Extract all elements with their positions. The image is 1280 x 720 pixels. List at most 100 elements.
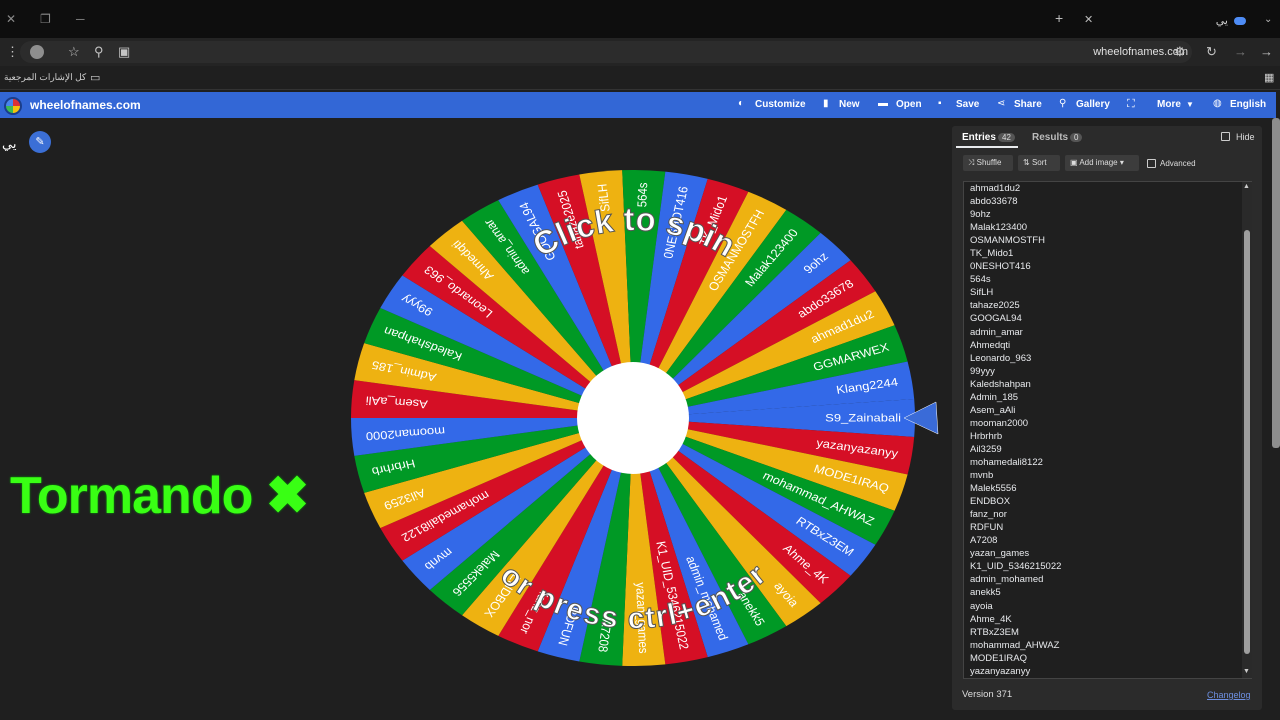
- site-name[interactable]: wheelofnames.com: [30, 98, 141, 112]
- list-item[interactable]: mooman2000: [970, 417, 1061, 430]
- shuffle-label: Shuffle: [976, 158, 1002, 167]
- list-item[interactable]: K1_UID_5346215022: [970, 560, 1061, 573]
- fullscreen-icon[interactable]: ⛶: [1127, 98, 1135, 111]
- nav-share[interactable]: Share: [1014, 99, 1042, 110]
- list-item[interactable]: 99yyy: [970, 365, 1061, 378]
- add-image-button[interactable]: ▣ Add image ▾: [1065, 155, 1139, 171]
- list-item[interactable]: 9ohz: [970, 208, 1061, 221]
- image-icon: ▣: [1070, 158, 1080, 167]
- back-icon[interactable]: →: [1260, 44, 1273, 59]
- entries-list[interactable]: ahmad1du2 abdo33678 9ohz Malak123400 OSMANMO…: [970, 182, 1061, 678]
- advanced-checkbox[interactable]: [1147, 159, 1156, 168]
- tab-results[interactable]: Results: [1032, 132, 1068, 143]
- nav-more[interactable]: More: [1157, 99, 1181, 110]
- list-item[interactable]: MODE1IRAQ: [970, 652, 1061, 665]
- entries-scroll-thumb[interactable]: [1244, 230, 1250, 654]
- nav-gallery[interactable]: Gallery: [1076, 99, 1110, 110]
- list-item[interactable]: SifLH: [970, 286, 1061, 299]
- hide-checkbox[interactable]: [1221, 132, 1230, 141]
- changelog-link[interactable]: Changelog: [1207, 690, 1251, 700]
- scroll-up-icon[interactable]: ▲: [1243, 183, 1250, 190]
- nav-open[interactable]: Open: [896, 99, 922, 110]
- restore-window-icon[interactable]: ❐: [40, 12, 51, 26]
- tab-entries[interactable]: Entries: [962, 132, 996, 143]
- new-file-icon: ▮: [823, 98, 829, 109]
- close-tab-icon[interactable]: ✕: [1084, 13, 1093, 26]
- list-item[interactable]: Admin_185: [970, 391, 1061, 404]
- install-app-icon[interactable]: ▣: [118, 44, 130, 60]
- address-bar[interactable]: [20, 41, 1192, 63]
- list-item[interactable]: GOOGAL94: [970, 312, 1061, 325]
- tab-search-chevron-icon[interactable]: ⌄: [1264, 14, 1272, 25]
- all-bookmarks-label[interactable]: كل الإشارات المرجعية: [4, 72, 86, 83]
- list-item[interactable]: OSMANMOSTFH: [970, 234, 1061, 247]
- list-item[interactable]: tahaze2025: [970, 299, 1061, 312]
- advanced-label[interactable]: Advanced: [1160, 159, 1196, 168]
- browser-menu-icon[interactable]: ⋮: [6, 44, 19, 60]
- list-item[interactable]: Ail3259: [970, 443, 1061, 456]
- nav-customize[interactable]: Customize: [755, 99, 806, 110]
- list-item[interactable]: Ahme_4K: [970, 613, 1061, 626]
- site-logo-icon[interactable]: [4, 97, 22, 115]
- wheel-title: يي: [2, 136, 17, 151]
- edit-title-button[interactable]: ✎: [29, 131, 51, 153]
- list-item[interactable]: Malek5556: [970, 482, 1061, 495]
- nav-new[interactable]: New: [839, 99, 860, 110]
- list-item[interactable]: 0NESHOT416: [970, 260, 1061, 273]
- profile-avatar[interactable]: [30, 45, 44, 59]
- apps-grid-icon[interactable]: ▦: [1264, 71, 1274, 84]
- list-item[interactable]: RDFUN: [970, 521, 1061, 534]
- list-item[interactable]: Kaledshahpan: [970, 378, 1061, 391]
- sort-label: Sort: [1031, 158, 1047, 167]
- sort-button[interactable]: ⇅ Sort: [1018, 155, 1060, 171]
- list-item[interactable]: Hrbrhrb: [970, 430, 1061, 443]
- shuffle-icon: ⤨: [968, 158, 977, 167]
- folder-icon[interactable]: ▭: [90, 71, 100, 84]
- bookmark-star-icon[interactable]: ☆: [68, 44, 80, 60]
- list-item[interactable]: ENDBOX: [970, 495, 1061, 508]
- list-item[interactable]: yazan_games: [970, 547, 1061, 560]
- list-item[interactable]: fanz_nor: [970, 508, 1061, 521]
- list-item[interactable]: RTBxZ3EM: [970, 626, 1061, 639]
- pencil-icon: ✎: [35, 136, 45, 148]
- list-item[interactable]: Leonardo_963: [970, 352, 1061, 365]
- close-window-icon[interactable]: ✕: [6, 12, 16, 26]
- page-scrollbar[interactable]: [1272, 118, 1280, 448]
- chevron-down-icon: ▼: [1186, 100, 1194, 109]
- list-item[interactable]: yazanyazanyy: [970, 665, 1061, 678]
- list-item[interactable]: TK_Mido1: [970, 247, 1061, 260]
- list-item[interactable]: mvnb: [970, 469, 1061, 482]
- list-item[interactable]: admin_amar: [970, 326, 1061, 339]
- list-item[interactable]: admin_mohamed: [970, 573, 1061, 586]
- nav-language[interactable]: English: [1230, 99, 1266, 110]
- wheel-center[interactable]: [577, 362, 689, 474]
- list-item[interactable]: 564s: [970, 273, 1061, 286]
- reload-icon[interactable]: ↻: [1206, 44, 1217, 60]
- list-item[interactable]: Malak123400: [970, 221, 1061, 234]
- wheel[interactable]: S9_ZainabaliyazanyazanyyMODE1IRAQmohamma…: [346, 166, 946, 676]
- forward-icon[interactable]: →: [1234, 44, 1247, 59]
- minimize-window-icon[interactable]: ─: [76, 12, 85, 26]
- new-tab-icon[interactable]: +: [1055, 10, 1063, 26]
- list-item[interactable]: Ahmedqti: [970, 339, 1061, 352]
- active-tab-indicator: [956, 146, 1018, 148]
- list-item[interactable]: ayoia: [970, 600, 1061, 613]
- zoom-icon[interactable]: ⚲: [94, 44, 104, 60]
- scroll-down-icon[interactable]: ▼: [1243, 668, 1250, 675]
- list-item[interactable]: mohamedali8122: [970, 456, 1061, 469]
- save-disk-icon: ▪: [938, 98, 942, 109]
- list-item[interactable]: anekk5: [970, 586, 1061, 599]
- list-item[interactable]: Asem_aAli: [970, 404, 1061, 417]
- tab-title[interactable]: يي: [1216, 14, 1228, 27]
- hide-label[interactable]: Hide: [1236, 132, 1255, 142]
- wheel-label: S9_Zainabali: [825, 411, 901, 424]
- nav-save[interactable]: Save: [956, 99, 979, 110]
- share-icon: ⋖: [997, 98, 1006, 109]
- site-settings-icon[interactable]: ⚙: [1174, 44, 1186, 60]
- list-item[interactable]: A7208: [970, 534, 1061, 547]
- list-item[interactable]: ahmad1du2: [970, 182, 1061, 195]
- shuffle-button[interactable]: ⤨ Shuffle: [963, 155, 1013, 171]
- list-item[interactable]: abdo33678: [970, 195, 1061, 208]
- entries-count-badge: 42: [998, 133, 1015, 142]
- list-item[interactable]: mohammad_AHWAZ: [970, 639, 1061, 652]
